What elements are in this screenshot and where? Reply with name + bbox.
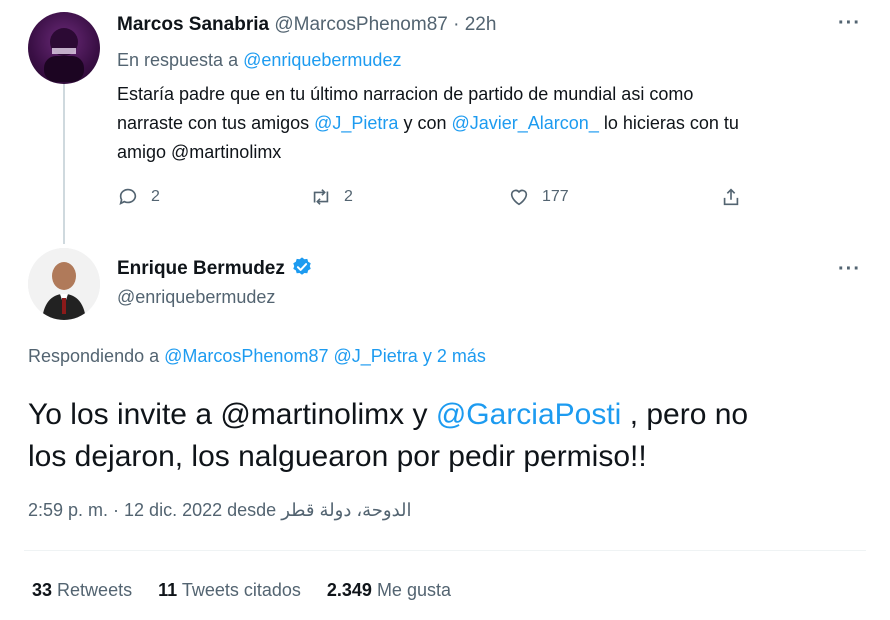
retweet-count: 2 — [344, 188, 353, 205]
mention-link[interactable]: @MarcosPhenom87 — [164, 346, 328, 366]
retweet-button[interactable]: 2 — [310, 186, 353, 208]
timestamp-text[interactable]: 2:59 p. m. · 12 dic. 2022 desde — [28, 500, 276, 520]
more-mentions-link[interactable]: y 2 más — [423, 346, 486, 366]
retweet-icon — [313, 189, 329, 205]
tweet-text-line: amigo @martinolimx — [117, 142, 282, 162]
replying-to: En respuesta a @enriquebermudez — [117, 50, 401, 71]
divider — [24, 550, 866, 551]
text-segment: , pero no — [629, 398, 749, 431]
mention-link[interactable]: @Javier_Alarcon_ — [451, 113, 598, 133]
likes-stat[interactable]: 2.349 Me gusta — [327, 580, 451, 601]
likes-label: Me gusta — [376, 580, 451, 600]
author-name[interactable]: Enrique Bermudez — [117, 258, 285, 279]
heart-icon — [510, 189, 528, 206]
mention-link[interactable]: @enriquebermudez — [243, 50, 401, 70]
replying-to: Respondiendo a @MarcosPhenom87 @J_Pietra… — [28, 346, 486, 367]
text-segment: y con — [403, 113, 447, 133]
mention-link[interactable]: @J_Pietra — [314, 113, 398, 133]
author-handle[interactable]: @enriquebermudez — [117, 287, 275, 308]
reply-count: 2 — [151, 188, 160, 205]
tweet-text-line: Yo los invite a @martinolimx y @GarciaPo… — [28, 394, 748, 436]
tweet-text-line: Estaría padre que en tu último narracion… — [117, 84, 694, 104]
share-icon — [723, 188, 739, 206]
author-name[interactable]: Marcos Sanabria — [117, 14, 269, 35]
mention-link[interactable]: @GarciaPosti — [436, 398, 622, 431]
like-count: 177 — [542, 188, 569, 205]
replying-to-prefix: Respondiendo a — [28, 346, 160, 366]
comment-icon — [119, 188, 137, 205]
location-text: الدوحة، دولة قطر — [281, 500, 412, 520]
more-options-icon[interactable]: ··· — [838, 12, 861, 35]
text-segment: lo hicieras con tu — [603, 113, 739, 133]
text-segment: Yo los invite a @martinolimx y — [28, 398, 428, 431]
quotes-count: 11 — [158, 580, 178, 600]
author-handle[interactable]: @MarcosPhenom87 — [274, 14, 447, 35]
share-button[interactable] — [720, 186, 742, 208]
replying-to-prefix: En respuesta a — [117, 50, 239, 70]
reply-button[interactable]: 2 — [117, 186, 160, 208]
likes-count: 2.349 — [326, 580, 372, 600]
avatar[interactable] — [28, 248, 100, 320]
like-button[interactable]: 177 — [508, 186, 569, 208]
main-tweet-author: Enrique Bermudez — [117, 256, 313, 280]
separator: · — [453, 14, 460, 35]
tweet-timestamp: 2:59 p. m. · 12 dic. 2022 desde الدوحة، … — [28, 500, 412, 521]
verified-badge-icon — [293, 257, 312, 275]
retweets-stat[interactable]: 33 Retweets — [32, 580, 132, 601]
avatar[interactable] — [28, 12, 100, 84]
mention-link[interactable]: @J_Pietra — [334, 346, 418, 366]
tweet-text-line: narraste con tus amigos @J_Pietra y con … — [117, 109, 739, 138]
tweet-text: Estaría padre que en tu último narracion… — [117, 80, 739, 167]
tweet-time[interactable]: 22h — [465, 14, 497, 35]
tweet-text-line: los dejaron, los nalguearon por pedir pe… — [28, 440, 647, 473]
thread-line — [63, 84, 65, 244]
more-options-icon[interactable]: ··· — [838, 258, 861, 281]
retweets-label: Retweets — [57, 580, 133, 600]
main-tweet-text: Yo los invite a @martinolimx y @GarciaPo… — [28, 394, 748, 478]
quotes-stat[interactable]: 11 Tweets citados — [158, 580, 301, 601]
reply-tweet-header: Marcos Sanabria @MarcosPhenom87 · 22h — [117, 14, 496, 36]
retweets-count: 33 — [32, 580, 53, 600]
tweet-stats: 33 Retweets 11 Tweets citados 2.349 Me g… — [32, 580, 451, 601]
quotes-label: Tweets citados — [181, 580, 301, 600]
text-segment: narraste con tus amigos — [117, 113, 310, 133]
